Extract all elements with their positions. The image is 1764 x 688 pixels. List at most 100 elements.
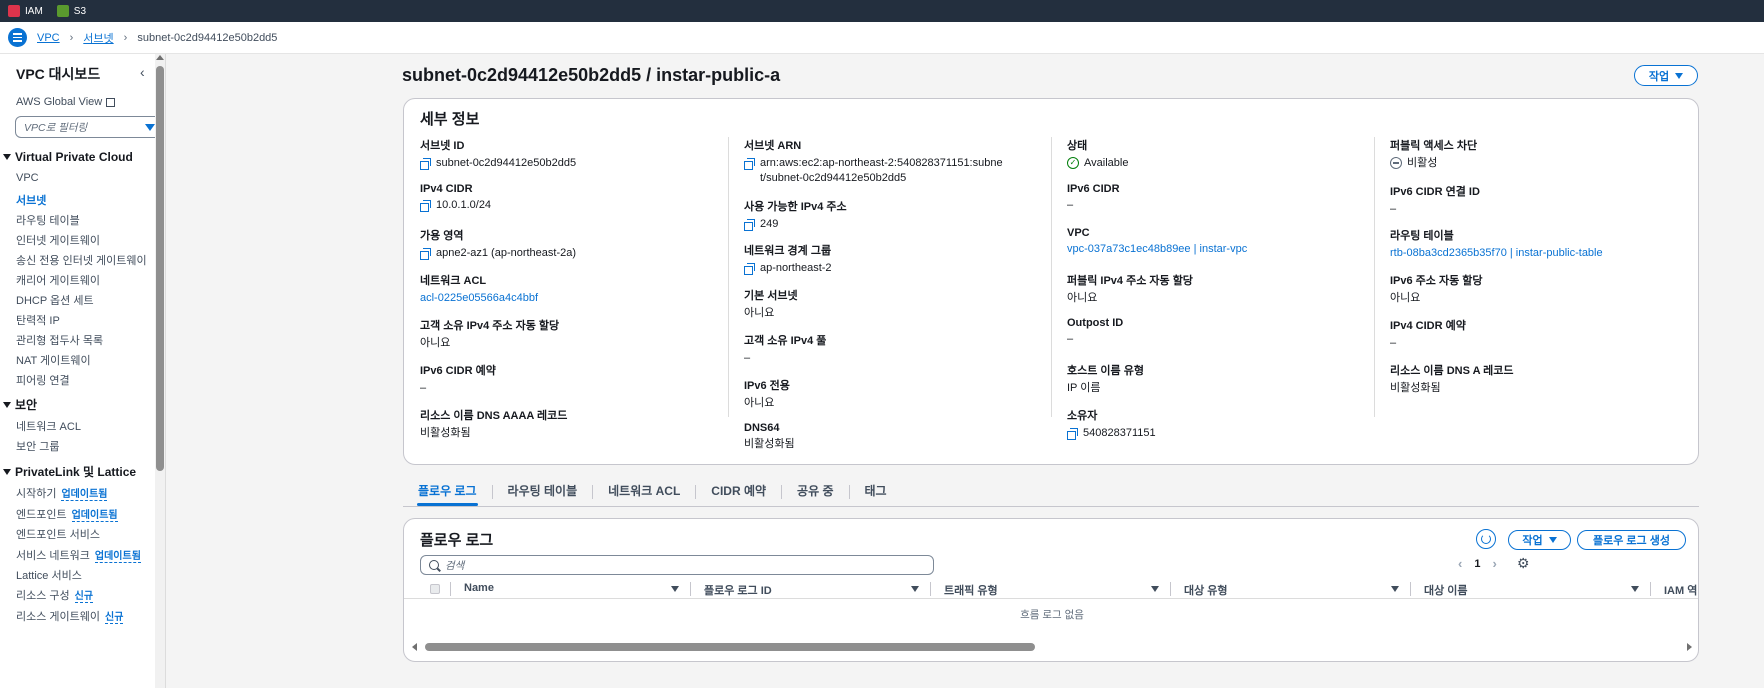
column-divider	[1374, 137, 1375, 417]
sort-icon[interactable]	[671, 586, 679, 592]
column-header-iam-role[interactable]: IAM 역	[1664, 582, 1697, 598]
detail-label: IPv4 CIDR	[420, 183, 473, 195]
column-header-destination-type[interactable]: 대상 유형	[1184, 582, 1228, 598]
column-header-traffic-type[interactable]: 트래픽 유형	[944, 582, 998, 598]
flow-logs-actions-button[interactable]: 작업	[1508, 530, 1571, 550]
detail-coip-auto-assign: 고객 소유 IPv4 주소 자동 할당 아니요	[420, 317, 700, 351]
caret-down-icon	[1548, 537, 1557, 543]
sidebar-item-endpoints[interactable]: 엔드포인트 업데이트됨	[16, 506, 118, 522]
search-placeholder: 검색	[445, 559, 465, 572]
sidebar-item-internet-gateways[interactable]: 인터넷 게이트웨이	[16, 232, 100, 248]
refresh-icon[interactable]	[1476, 529, 1496, 549]
tab-network-acl[interactable]: 네트워크 ACL	[593, 478, 695, 504]
service-shortcut-iam[interactable]: IAM	[8, 5, 43, 17]
scroll-up-icon[interactable]	[156, 55, 164, 60]
create-flow-log-button[interactable]: 플로우 로그 생성	[1577, 530, 1686, 550]
flow-logs-search-input[interactable]: 검색	[420, 555, 934, 575]
sidebar-item-elastic-ip[interactable]: 탄력적 IP	[16, 312, 60, 328]
vpc-filter-select[interactable]: VPC로 필터링	[15, 116, 165, 138]
copy-icon[interactable]	[420, 248, 431, 260]
global-view-link[interactable]: AWS Global View	[16, 96, 116, 108]
breadcrumb-bar: VPC › 서브넷 › subnet-0c2d94412e50b2dd5	[0, 22, 1764, 54]
detail-label: IPv6 CIDR 예약	[420, 365, 496, 377]
sidebar-item-network-acl[interactable]: 네트워크 ACL	[16, 418, 81, 434]
detail-value: 아니요	[420, 337, 451, 349]
sidebar-item-security-groups[interactable]: 보안 그룹	[16, 438, 60, 454]
tab-tags[interactable]: 태그	[850, 478, 902, 504]
menu-icon[interactable]	[8, 28, 27, 47]
global-view-label: AWS Global View	[16, 96, 103, 108]
sidebar-item-subnets[interactable]: 서브넷	[16, 192, 46, 208]
sidebar-item-label: 시작하기	[16, 488, 57, 500]
page-number[interactable]: 1	[1474, 558, 1480, 570]
detail-text: subnet-0c2d94412e50b2dd5	[436, 157, 577, 169]
updated-badge: 업데이트됨	[71, 510, 118, 522]
chevron-left-icon[interactable]: ‹	[140, 64, 145, 80]
service-shortcut-s3[interactable]: S3	[56, 5, 86, 17]
sidebar-item-peering[interactable]: 피어링 연결	[16, 372, 70, 388]
sidebar-item-vpc[interactable]: VPC	[16, 172, 39, 184]
sidebar-item-nat-gateways[interactable]: NAT 게이트웨이	[16, 352, 91, 368]
chevron-left-icon[interactable]: ‹	[1458, 556, 1462, 571]
sort-icon[interactable]	[1631, 586, 1639, 592]
breadcrumb-subnets[interactable]: 서브넷	[83, 30, 113, 46]
detail-ipv6-only: IPv6 전용 아니요	[744, 377, 1024, 411]
detail-value: ✓ Available	[1067, 156, 1347, 171]
copy-icon[interactable]	[1067, 428, 1078, 440]
detail-label: IPv6 CIDR 연결 ID	[1390, 186, 1480, 198]
section-virtual-private-cloud[interactable]: Virtual Private Cloud	[3, 150, 133, 164]
detail-value: 아니요	[744, 307, 775, 319]
select-all-checkbox[interactable]	[430, 584, 440, 594]
sidebar-item-getting-started[interactable]: 시작하기 업데이트됨	[16, 485, 108, 501]
section-privatelink[interactable]: PrivateLink 및 Lattice	[3, 463, 136, 480]
detail-value: –	[1067, 333, 1074, 345]
sidebar-item-egress-only-igw[interactable]: 송신 전용 인터넷 게이트웨이	[16, 252, 147, 268]
empty-state: 흐름 로그 없음	[1020, 609, 1084, 621]
vpc-link[interactable]: vpc-037a73c1ec48b89ee | instar-vpc	[1067, 242, 1347, 257]
tab-route-table[interactable]: 라우팅 테이블	[493, 478, 593, 504]
copy-icon[interactable]	[744, 219, 755, 231]
detail-route-table: 라우팅 테이블 rtb-08ba3cd2365b35f70 | instar-p…	[1390, 227, 1670, 261]
column-divider	[1051, 137, 1052, 417]
sidebar-item-resource-gateways[interactable]: 리소스 게이트웨이 신규	[16, 608, 124, 624]
sidebar-item-carrier-gateways[interactable]: 캐리어 게이트웨이	[16, 272, 100, 288]
caret-down-icon	[145, 124, 155, 131]
gear-icon[interactable]: ⚙	[1517, 555, 1530, 572]
scroll-left-icon[interactable]	[412, 643, 417, 651]
network-acl-link[interactable]: acl-0225e05566a4c4bbf	[420, 291, 700, 306]
sidebar-title[interactable]: VPC 대시보드	[16, 64, 100, 84]
tab-sharing[interactable]: 공유 중	[782, 478, 848, 504]
tab-cidr-reservations[interactable]: CIDR 예약	[696, 478, 781, 504]
sort-icon[interactable]	[911, 586, 919, 592]
detail-label: 라우팅 테이블	[1390, 230, 1454, 242]
horizontal-scrollbar[interactable]	[412, 643, 1692, 651]
copy-icon[interactable]	[744, 158, 755, 170]
sort-icon[interactable]	[1151, 586, 1159, 592]
scrollbar-thumb[interactable]	[156, 66, 164, 471]
sidebar-scrollbar[interactable]	[155, 54, 165, 688]
breadcrumb-vpc[interactable]: VPC	[37, 32, 60, 44]
scroll-right-icon[interactable]	[1687, 643, 1692, 651]
sidebar-item-lattice-services[interactable]: Lattice 서비스	[16, 567, 82, 583]
route-table-link[interactable]: rtb-08ba3cd2365b35f70 | instar-public-ta…	[1390, 246, 1670, 261]
tab-flow-logs[interactable]: 플로우 로그	[403, 478, 492, 506]
sort-icon[interactable]	[1391, 586, 1399, 592]
copy-icon[interactable]	[420, 200, 431, 212]
vpc-filter-placeholder: VPC로 필터링	[24, 121, 88, 134]
copy-icon[interactable]	[420, 158, 431, 170]
copy-icon[interactable]	[744, 263, 755, 275]
chevron-right-icon[interactable]: ›	[1492, 556, 1496, 571]
sidebar-item-prefix-lists[interactable]: 관리형 접두사 목록	[16, 332, 103, 348]
sidebar-item-dhcp-options[interactable]: DHCP 옵션 세트	[16, 292, 94, 308]
scrollbar-thumb[interactable]	[425, 643, 1035, 651]
sidebar-item-route-tables[interactable]: 라우팅 테이블	[16, 212, 80, 228]
section-security[interactable]: 보안	[3, 396, 37, 413]
sidebar-item-resource-configs[interactable]: 리소스 구성 신규	[16, 587, 94, 603]
actions-button[interactable]: 작업	[1634, 65, 1698, 86]
detail-value: 비활성	[1390, 156, 1670, 171]
column-header-destination-name[interactable]: 대상 이름	[1424, 582, 1468, 598]
column-header-flow-log-id[interactable]: 플로우 로그 ID	[704, 582, 772, 598]
column-header-name[interactable]: Name	[464, 582, 494, 594]
sidebar-item-service-networks[interactable]: 서비스 네트워크 업데이트됨	[16, 547, 141, 563]
sidebar-item-endpoint-services[interactable]: 엔드포인트 서비스	[16, 526, 100, 542]
